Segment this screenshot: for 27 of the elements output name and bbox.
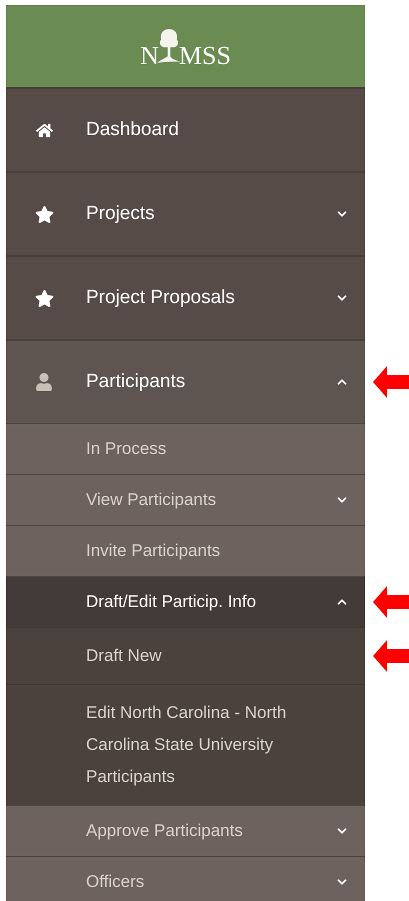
user-icon [36,373,52,391]
submenu-label: View Participants [86,489,218,512]
submenu-item[interactable]: Approve Participants [6,805,365,856]
submenu-label: Edit North Carolina - North Carolina State University Participants [86,702,288,788]
nav-label: Dashboard [86,118,180,142]
nav-item[interactable]: Dashboard [6,87,365,171]
submenu-label: In Process [86,438,168,460]
submenu-item[interactable]: Officers [6,856,365,901]
nav-label: Projects [86,202,156,226]
nav-item[interactable]: Projects [6,171,365,255]
nav-label: Participants [86,370,186,394]
nav-item[interactable]: Project Proposals [6,255,365,339]
star-icon [34,288,54,308]
home-icon [36,122,52,138]
logo-text: MSS [178,43,231,69]
submenu-label: Officers [86,871,146,894]
nav-label: Project Proposals [86,286,236,310]
star-icon [34,204,54,224]
submenu-label: Draft New [86,645,163,667]
submenu-item[interactable]: Invite Participants [6,525,365,576]
logo-text: N [140,43,159,69]
submenu-item[interactable]: View Participants [6,474,365,525]
submenu-item[interactable]: Edit North Carolina - North Carolina State University Participants [6,684,365,805]
submenu-label: Draft/Edit Particip. Info [86,591,258,614]
submenu-label: Approve Participants [86,820,244,842]
submenu-item[interactable]: In Process [6,423,365,474]
submenu-label: Invite Participants [86,540,222,562]
